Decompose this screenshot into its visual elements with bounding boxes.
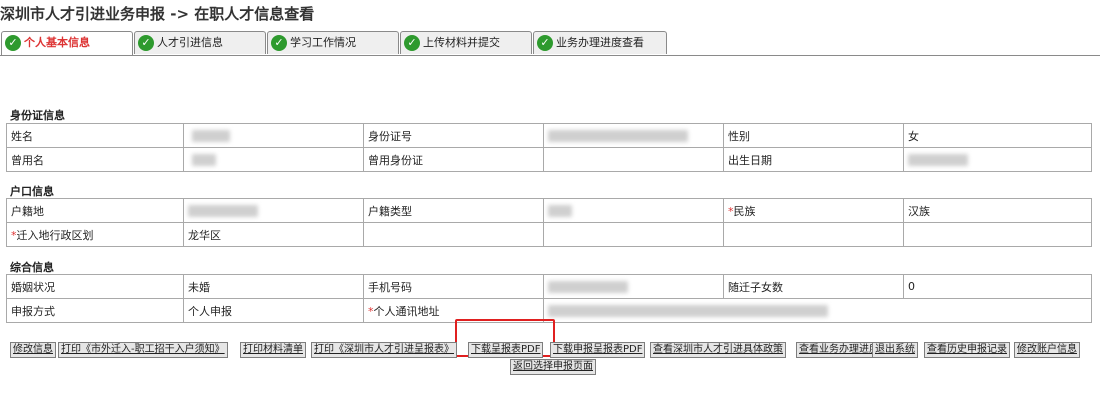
hukou-value	[183, 198, 364, 223]
check-icon: ✓	[271, 35, 287, 51]
table-row: *迁入地行政区划 龙华区	[6, 222, 1092, 247]
hukou-label: 户籍地	[6, 198, 184, 223]
former-name-value	[183, 147, 364, 172]
back-to-selection-button[interactable]: 返回选择申报页面	[510, 359, 596, 375]
children-label: 随迁子女数	[723, 274, 904, 299]
table-row: 姓名 身份证号 性别 女	[6, 123, 1092, 148]
former-id-value	[543, 147, 724, 172]
tab-label: 上传材料并提交	[423, 36, 500, 49]
tab-divider	[0, 55, 1100, 56]
birth-label: 出生日期	[723, 147, 904, 172]
download-report-pdf-button[interactable]: 下载呈报表PDF	[468, 342, 544, 358]
tab-upload-submit[interactable]: ✓ 上传材料并提交	[400, 31, 532, 54]
marital-value: 未婚	[183, 274, 364, 299]
address-value	[543, 298, 1092, 323]
tab-label: 人才引进信息	[157, 36, 223, 49]
table-row: 户籍地 户籍类型 *民族 汉族	[6, 198, 1092, 223]
hukou-type-label: 户籍类型	[363, 198, 544, 223]
edit-account-button[interactable]: 修改账户信息	[1014, 342, 1080, 358]
apply-method-value: 个人申报	[183, 298, 364, 323]
identity-section-title: 身份证信息	[10, 109, 65, 122]
former-id-label: 曾用身份证	[363, 147, 544, 172]
apply-method-label: 申报方式	[6, 298, 184, 323]
tab-talent-info[interactable]: ✓ 人才引进信息	[134, 31, 266, 54]
id-value	[543, 123, 724, 148]
edit-info-button[interactable]: 修改信息	[10, 342, 56, 358]
id-label: 身份证号	[363, 123, 544, 148]
move-in-label: *迁入地行政区划	[6, 222, 184, 247]
print-material-list-button[interactable]: 打印材料清单	[240, 342, 306, 358]
check-icon: ✓	[537, 35, 553, 51]
tab-label: 学习工作情况	[290, 36, 356, 49]
ethnicity-label: *民族	[723, 198, 904, 223]
name-value	[183, 123, 364, 148]
children-value: 0	[903, 274, 1092, 299]
phone-label: 手机号码	[363, 274, 544, 299]
print-notice-button[interactable]: 打印《市外迁入-职工招干入户须知》	[58, 342, 228, 358]
phone-value	[543, 274, 724, 299]
logout-button[interactable]: 退出系统	[872, 342, 918, 358]
view-policy-button[interactable]: 查看深圳市人才引进具体政策	[650, 342, 786, 358]
ethnicity-value: 汉族	[903, 198, 1092, 223]
tab-label: 个人基本信息	[24, 36, 90, 49]
tab-study-work[interactable]: ✓ 学习工作情况	[267, 31, 399, 54]
gender-value: 女	[903, 123, 1092, 148]
other-table: 婚姻状况 未婚 手机号码 随迁子女数 0 申报方式 个人申报 *个人通讯地址	[6, 274, 1092, 323]
check-icon: ✓	[5, 35, 21, 51]
action-bar: 修改信息 打印《市外迁入-职工招干入户须知》 打印材料清单 打印《深圳市人才引进…	[10, 342, 1100, 358]
table-row: 婚姻状况 未婚 手机号码 随迁子女数 0	[6, 274, 1092, 299]
identity-table: 姓名 身份证号 性别 女 曾用名 曾用身份证 出生日期	[6, 123, 1092, 172]
other-section-title: 综合信息	[10, 261, 54, 274]
tab-bar: ✓ 个人基本信息 ✓ 人才引进信息 ✓ 学习工作情况 ✓ 上传材料并提交 ✓ 业…	[0, 31, 1100, 56]
check-icon: ✓	[404, 35, 420, 51]
tab-label: 业务办理进度查看	[556, 36, 644, 49]
move-in-value: 龙华区	[183, 222, 364, 247]
birth-value	[903, 147, 1092, 172]
household-section-title: 户口信息	[10, 185, 54, 198]
hukou-type-value	[543, 198, 724, 223]
marital-label: 婚姻状况	[6, 274, 184, 299]
page-title: 深圳市人才引进业务申报 -> 在职人才信息查看	[0, 5, 315, 23]
view-progress-button[interactable]: 查看业务办理进度	[796, 342, 882, 358]
table-row: 曾用名 曾用身份证 出生日期	[6, 147, 1092, 172]
gender-label: 性别	[723, 123, 904, 148]
name-label: 姓名	[6, 123, 184, 148]
print-report-form-button[interactable]: 打印《深圳市人才引进呈报表》	[311, 342, 457, 358]
download-apply-report-pdf-button[interactable]: 下载申报呈报表PDF	[550, 342, 646, 358]
check-icon: ✓	[138, 35, 154, 51]
tab-basic-info[interactable]: ✓ 个人基本信息	[1, 31, 133, 56]
former-name-label: 曾用名	[6, 147, 184, 172]
view-history-button[interactable]: 查看历史申报记录	[924, 342, 1010, 358]
household-table: 户籍地 户籍类型 *民族 汉族 *迁入地行政区划 龙华区	[6, 198, 1092, 247]
tab-progress[interactable]: ✓ 业务办理进度查看	[533, 31, 667, 54]
